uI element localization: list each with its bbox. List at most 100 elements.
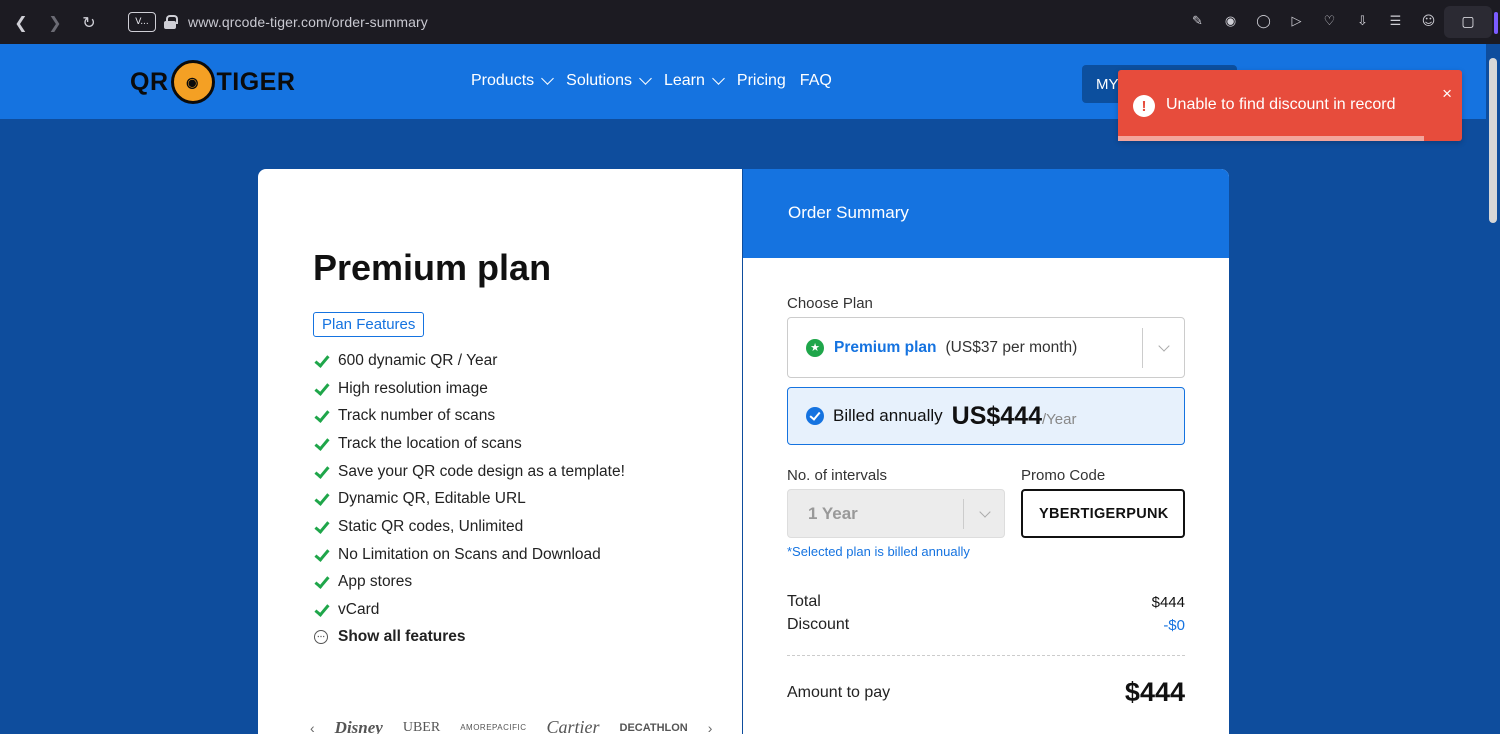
- order-summary-card: Order Summary Choose Plan ★ Premium plan…: [743, 169, 1229, 734]
- browser-toolbar: ❮ ❯ ↻ V... www.qrcode-tiger.com/order-su…: [0, 0, 1500, 44]
- feature-text: 600 dynamic QR / Year: [338, 351, 498, 369]
- feature-text: App stores: [338, 573, 413, 591]
- tab-chip[interactable]: V...: [128, 12, 156, 32]
- account-icon[interactable]: ☺: [1419, 12, 1438, 31]
- back-icon[interactable]: ❮: [4, 5, 38, 39]
- chevron-down-icon: [639, 72, 652, 85]
- check-circle-icon: [806, 407, 824, 425]
- discount-value: -$0: [1163, 617, 1185, 634]
- feature-item: Track the location of scans: [313, 430, 625, 458]
- feature-text: Track the location of scans: [338, 434, 522, 452]
- feature-item: Track number of scans: [313, 402, 625, 430]
- selected-plan-price: (US$37 per month): [945, 338, 1078, 356]
- main-nav: Products Solutions Learn Pricing FAQ: [471, 72, 846, 90]
- carousel-next-icon[interactable]: ›: [708, 720, 713, 734]
- promo-code-input[interactable]: YBERTIGERPUNK: [1021, 489, 1185, 538]
- feature-item: Dynamic QR, Editable URL: [313, 485, 625, 513]
- star-icon: ★: [806, 338, 824, 357]
- amount-to-pay-label: Amount to pay: [787, 684, 891, 701]
- nav-products[interactable]: Products: [471, 72, 555, 90]
- check-icon: [313, 408, 329, 424]
- logo-text-left: QR: [130, 67, 169, 96]
- summary-divider: [787, 655, 1185, 656]
- feature-text: Track number of scans: [338, 407, 496, 425]
- url-text[interactable]: www.qrcode-tiger.com/order-summary: [188, 14, 428, 30]
- nav-learn[interactable]: Learn: [663, 72, 725, 90]
- check-icon: [313, 547, 329, 563]
- billed-unit: /Year: [1042, 410, 1077, 428]
- extension-cube-icon[interactable]: ▢: [1444, 6, 1492, 38]
- select-divider: [963, 499, 964, 529]
- discount-label: Discount: [787, 616, 850, 633]
- close-icon[interactable]: ×: [1442, 84, 1452, 104]
- feature-item: Save your QR code design as a template!: [313, 458, 625, 486]
- menu-icon[interactable]: ☰: [1386, 12, 1405, 31]
- chevron-down-icon: [712, 72, 725, 85]
- reload-icon[interactable]: ↻: [72, 5, 106, 39]
- show-all-text: Show all features: [338, 628, 466, 646]
- check-icon: [313, 464, 329, 480]
- check-icon: [313, 436, 329, 452]
- selected-plan-name: Premium plan: [834, 338, 937, 356]
- total-label: Total: [787, 593, 821, 610]
- feature-text: No Limitation on Scans and Download: [338, 545, 601, 563]
- sidebar-accent: [1494, 12, 1498, 34]
- plan-details-card: Premium plan Plan Features 600 dynamic Q…: [258, 169, 742, 734]
- feature-item: App stores: [313, 569, 625, 597]
- feature-item: Static QR codes, Unlimited: [313, 513, 625, 541]
- scroll-thumb[interactable]: [1489, 58, 1497, 223]
- plan-features-tag: Plan Features: [313, 312, 425, 337]
- more-dots-icon: ⋯: [314, 630, 328, 645]
- edit-icon[interactable]: ✎: [1188, 12, 1207, 31]
- billed-price: US$444: [951, 401, 1042, 430]
- download-icon[interactable]: ⇩: [1353, 12, 1372, 31]
- check-icon: [313, 353, 329, 369]
- billed-annually-option[interactable]: Billed annually US$444 /Year: [787, 387, 1185, 445]
- interval-select-dropdown[interactable]: 1 Year: [787, 489, 1005, 538]
- toast-progress-bar: [1118, 136, 1425, 141]
- chevron-down-icon[interactable]: [979, 506, 991, 518]
- plan-select-dropdown[interactable]: ★ Premium plan (US$37 per month): [787, 317, 1185, 378]
- toast-message: Unable to find discount in record: [1166, 96, 1396, 113]
- play-icon[interactable]: ▷: [1287, 12, 1306, 31]
- order-summary-header: Order Summary: [743, 169, 1229, 258]
- lock-icon: [164, 15, 178, 29]
- nav-pricing[interactable]: Pricing: [737, 72, 786, 90]
- intervals-label: No. of intervals: [787, 467, 888, 484]
- nav-faq[interactable]: FAQ: [800, 72, 832, 90]
- billed-note: *Selected plan is billed annually: [787, 544, 970, 559]
- forward-icon[interactable]: ❯: [38, 5, 72, 39]
- feature-text: vCard: [338, 601, 380, 619]
- camera-icon[interactable]: ◉: [1221, 12, 1240, 31]
- feature-text: Static QR codes, Unlimited: [338, 517, 524, 535]
- heart-icon[interactable]: ♡: [1320, 12, 1339, 31]
- error-icon: !: [1133, 95, 1155, 117]
- choose-plan-label: Choose Plan: [787, 295, 873, 312]
- brand-logo-uber: UBER: [402, 719, 441, 734]
- qr-tiger-logo[interactable]: QR ◉ TIGER: [130, 60, 295, 104]
- feature-text: Save your QR code design as a template!: [338, 462, 625, 480]
- brand-logo-disney: Disney: [334, 717, 383, 734]
- nav-label: Products: [471, 72, 535, 89]
- nav-label: Learn: [663, 72, 705, 89]
- feature-item: vCard: [313, 596, 625, 624]
- amount-to-pay-value: $444: [1124, 677, 1185, 707]
- brand-logo-decathlon: DECATHLON: [619, 721, 688, 734]
- brand-carousel: ‹ Disney UBER AMOREPACIFIC Cartier DECAT…: [310, 717, 712, 734]
- shield-icon[interactable]: ◯: [1254, 12, 1273, 31]
- check-icon: [313, 491, 329, 507]
- chevron-down-icon[interactable]: [1158, 340, 1170, 352]
- promo-code-label: Promo Code: [1021, 467, 1106, 484]
- order-summary-title: Order Summary: [788, 203, 909, 222]
- tiger-icon: ◉: [170, 60, 215, 104]
- billed-label: Billed annually: [833, 406, 943, 425]
- nav-solutions[interactable]: Solutions: [566, 72, 652, 90]
- page-scrollbar[interactable]: [1486, 44, 1500, 734]
- feature-list: 600 dynamic QR / Year High resolution im…: [313, 347, 625, 651]
- feature-text: Dynamic QR, Editable URL: [338, 490, 526, 508]
- check-icon: [313, 574, 329, 590]
- carousel-prev-icon[interactable]: ‹: [310, 720, 315, 734]
- nav-label: Solutions: [566, 72, 632, 89]
- plan-title: Premium plan: [313, 247, 552, 288]
- show-all-features-link[interactable]: ⋯ Show all features: [313, 624, 625, 651]
